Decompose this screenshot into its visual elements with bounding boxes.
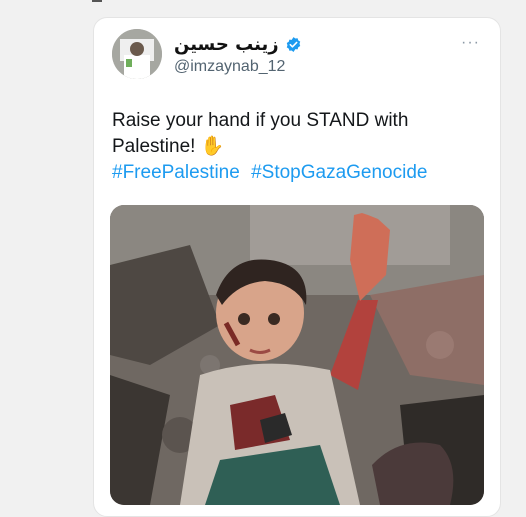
tweet-card[interactable]: زينب حسين @imzaynab_12 ··· Raise your ha…: [93, 17, 501, 517]
more-options-icon[interactable]: ···: [461, 34, 480, 52]
hashtag-link[interactable]: #StopGazaGenocide: [251, 162, 427, 183]
tweet-text: Raise your hand if you STAND with Palest…: [112, 110, 409, 157]
hashtags-row: #FreePalestine #StopGazaGenocide: [112, 160, 433, 186]
hashtag-link[interactable]: #FreePalestine: [112, 162, 240, 183]
tweet-image[interactable]: [110, 205, 484, 505]
avatar[interactable]: [112, 29, 162, 79]
verified-badge-icon: [286, 36, 300, 52]
user-handle[interactable]: @imzaynab_12: [174, 58, 285, 76]
divider-mark: [92, 0, 102, 2]
display-name[interactable]: زينب حسين: [174, 34, 279, 55]
author-name-row[interactable]: زينب حسين: [174, 32, 302, 56]
